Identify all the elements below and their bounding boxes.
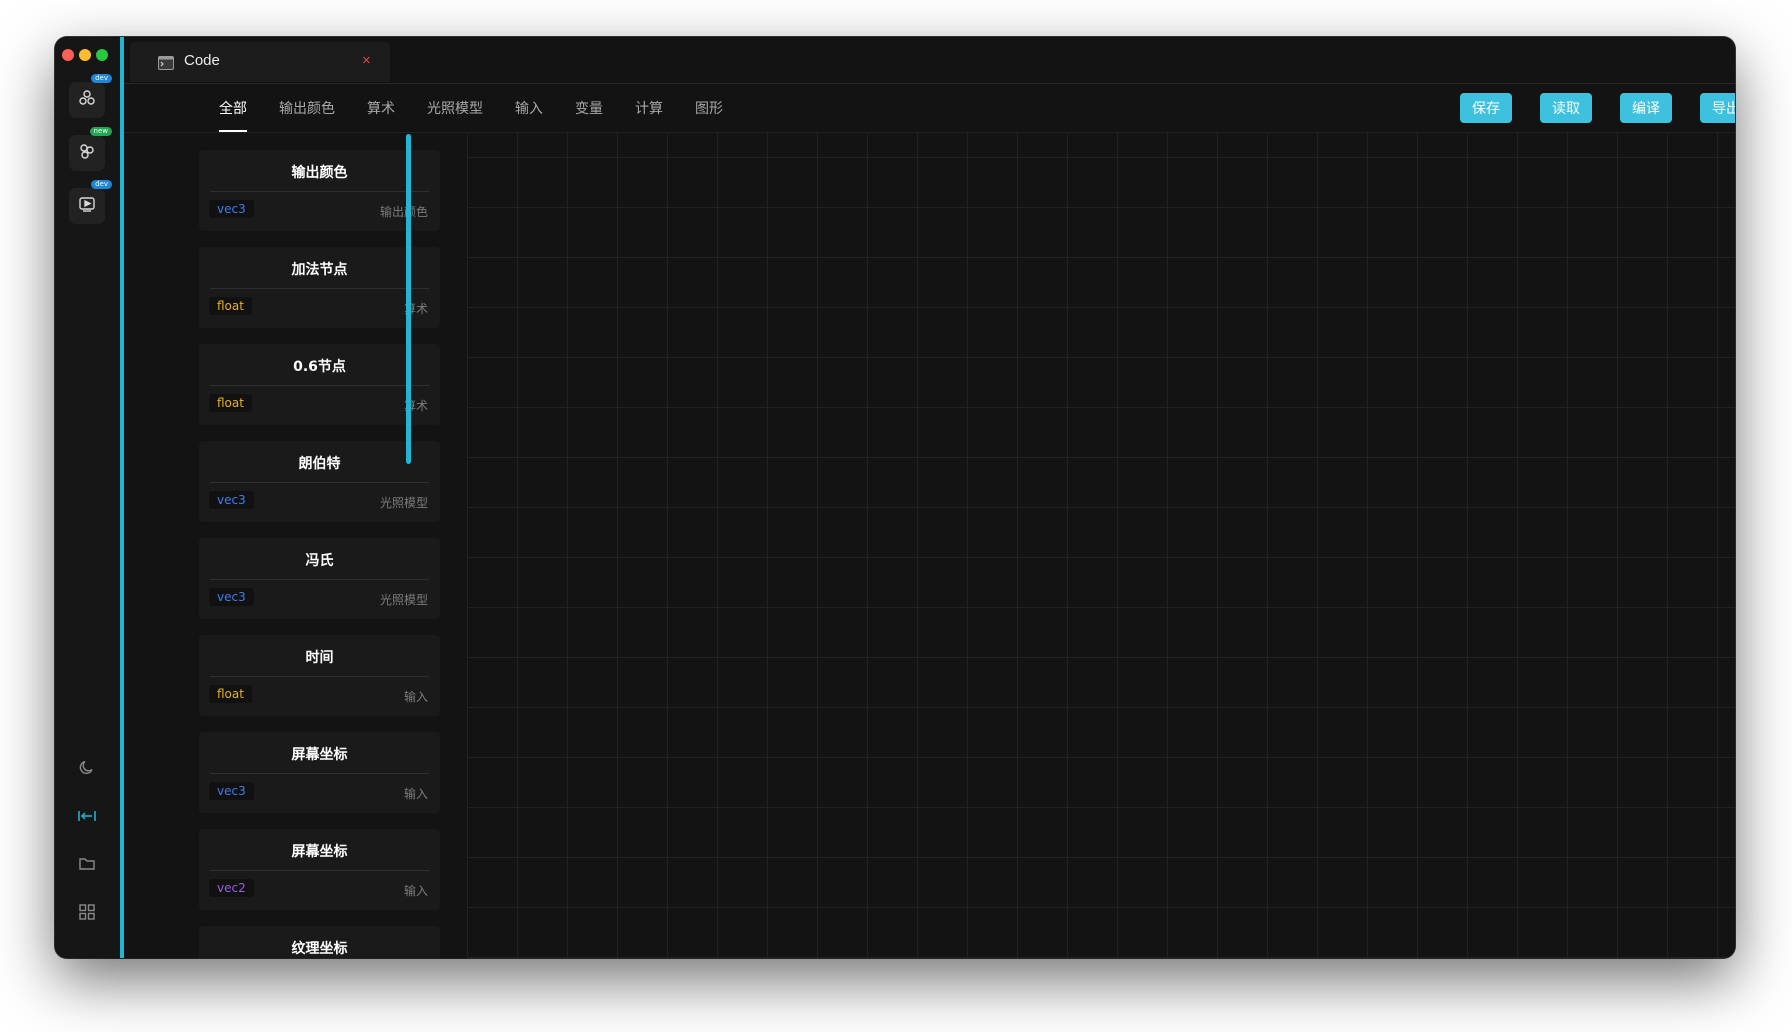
rail-badge: dev — [91, 74, 112, 83]
node-card[interactable]: 纹理坐标 — [199, 926, 440, 958]
node-title: 屏幕坐标 — [291, 844, 348, 860]
node-card[interactable]: 屏幕坐标 vec3 输入 — [199, 732, 440, 813]
card-divider — [210, 676, 429, 677]
node-title: 时间 — [305, 650, 334, 666]
save-button[interactable]: 保存 — [1460, 93, 1512, 123]
card-divider — [210, 579, 429, 580]
node-category: 输出颜色 — [379, 205, 428, 219]
category-tab-lighting-model[interactable]: 光照模型 — [427, 98, 483, 118]
node-graph-icon — [78, 142, 96, 164]
node-card[interactable]: 输出颜色 vec3 输出颜色 — [199, 150, 440, 231]
close-tab-button[interactable]: × — [362, 52, 371, 69]
compile-button[interactable]: 编译 — [1620, 93, 1672, 123]
node-cluster-icon — [78, 89, 96, 111]
active-tab-indicator — [219, 130, 247, 132]
node-type-badge: vec3 — [209, 588, 254, 606]
title-bar: Code × — [124, 37, 1735, 84]
node-card[interactable]: 加法节点 float 算术 — [199, 247, 440, 328]
grid-icon[interactable] — [76, 901, 98, 923]
node-card[interactable]: 0.6节点 float 算术 — [199, 344, 440, 425]
moon-icon[interactable] — [76, 756, 98, 778]
category-tab-output-color[interactable]: 输出颜色 — [279, 98, 335, 118]
close-window-button[interactable] — [62, 49, 74, 61]
node-type-badge: vec3 — [209, 200, 254, 218]
category-tab-arithmetic[interactable]: 算术 — [367, 98, 395, 118]
category-tab-variable[interactable]: 变量 — [575, 98, 603, 118]
node-category: 光照模型 — [379, 496, 428, 510]
node-category: 输入 — [403, 690, 428, 704]
tab-code[interactable]: Code × — [130, 42, 390, 82]
category-tab-shape[interactable]: 图形 — [695, 98, 723, 118]
node-type-badge: vec3 — [209, 782, 254, 800]
video-player-icon — [78, 195, 96, 217]
card-divider — [210, 773, 429, 774]
maximize-window-button[interactable] — [96, 49, 108, 61]
node-type-badge: float — [209, 394, 252, 412]
folder-icon[interactable] — [76, 853, 98, 875]
node-title: 输出颜色 — [291, 165, 348, 181]
node-type-badge: vec2 — [209, 879, 254, 897]
card-divider — [210, 191, 429, 192]
node-title: 0.6节点 — [293, 359, 346, 375]
rail-badge: dev — [91, 180, 112, 189]
collapse-icon[interactable] — [76, 805, 98, 827]
minimize-window-button[interactable] — [79, 49, 91, 61]
node-card[interactable]: 朗伯特 vec3 光照模型 — [199, 441, 440, 522]
node-card[interactable]: 冯氏 vec3 光照模型 — [199, 538, 440, 619]
rail-node-cluster-button[interactable]: dev — [69, 74, 112, 118]
node-card[interactable]: 屏幕坐标 vec2 输入 — [199, 829, 440, 910]
card-divider — [210, 482, 429, 483]
rail-video-button[interactable]: dev — [69, 180, 112, 224]
rail-badge: new — [89, 127, 112, 136]
node-title: 纹理坐标 — [291, 941, 348, 957]
node-type-badge: vec3 — [209, 491, 254, 509]
app-window: dev new dev Code × 全部 输出颜色 算术 光照模型 输入 变量… — [55, 37, 1735, 958]
node-title: 冯氏 — [305, 553, 334, 569]
card-divider — [210, 870, 429, 871]
node-category: 输入 — [403, 787, 428, 801]
node-title: 屏幕坐标 — [291, 747, 348, 763]
export-button[interactable]: 导出 — [1700, 93, 1735, 123]
palette-scrollbar[interactable] — [406, 134, 411, 464]
category-tab-compute[interactable]: 计算 — [635, 98, 663, 118]
node-card[interactable]: 时间 float 输入 — [199, 635, 440, 716]
category-bar: 全部 输出颜色 算术 光照模型 输入 变量 计算 图形 保存 读取 编译 导出 — [124, 84, 1735, 133]
load-button[interactable]: 读取 — [1540, 93, 1592, 123]
node-type-badge: float — [209, 297, 252, 315]
tab-title: Code — [184, 52, 220, 69]
side-rail: dev new dev — [55, 37, 120, 958]
node-palette: 输出颜色 vec3 输出颜色 加法节点 float 算术 0.6节点 float… — [124, 133, 464, 958]
terminal-icon — [158, 55, 174, 70]
node-title: 加法节点 — [291, 262, 348, 278]
category-tab-all[interactable]: 全部 — [219, 98, 247, 118]
card-divider — [210, 288, 429, 289]
card-divider — [210, 385, 429, 386]
category-tab-input[interactable]: 输入 — [515, 98, 543, 118]
rail-node-graph-button[interactable]: new — [69, 127, 112, 171]
node-canvas[interactable] — [467, 133, 1735, 958]
node-category: 光照模型 — [379, 593, 428, 607]
node-category: 输入 — [403, 884, 428, 898]
node-title: 朗伯特 — [298, 456, 341, 472]
node-type-badge: float — [209, 685, 252, 703]
